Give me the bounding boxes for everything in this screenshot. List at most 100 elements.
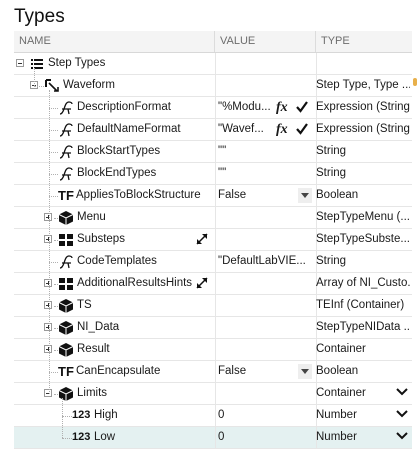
tree-guide-line (54, 240, 58, 241)
column-separator (215, 383, 216, 405)
tree-row-additional-results-hints[interactable]: AdditionalResultsHints Array of NI_Custo.… (14, 273, 412, 295)
tree-row-waveform[interactable]: Waveform Step Type, Type ... (14, 75, 412, 97)
tree-row-code-templates[interactable]: CodeTemplates "DefaultLabVIE... String (14, 251, 412, 273)
tree-guide-line (49, 196, 58, 197)
row-value[interactable]: "%Modu... (218, 97, 306, 118)
row-value[interactable] (218, 75, 306, 96)
expression-fx-icon[interactable]: fx (276, 97, 288, 118)
row-value[interactable]: 0 (218, 427, 306, 448)
row-value[interactable]: False (218, 361, 306, 382)
tree-row-step-types[interactable]: Step Types (14, 53, 412, 75)
tree-guide-line (49, 174, 58, 175)
column-separator (215, 295, 216, 317)
row-value[interactable] (218, 207, 306, 228)
row-value[interactable] (218, 273, 306, 294)
expand-toggle-icon[interactable] (44, 279, 52, 287)
tree-guide-line (54, 218, 58, 219)
value-dropdown-icon[interactable] (298, 364, 312, 379)
tree-row-menu[interactable]: Menu StepTypeMenu (... (14, 207, 412, 229)
column-separator (215, 97, 216, 119)
expand-toggle-icon[interactable] (44, 235, 52, 243)
row-type: Boolean (316, 189, 359, 201)
row-type: Array of NI_Custo... (316, 277, 410, 289)
string-icon (58, 144, 74, 160)
valid-check-icon (295, 122, 309, 136)
row-name: BlockStartTypes (77, 145, 161, 157)
tree-row-ts[interactable]: TS TEInf (Container) (14, 295, 412, 317)
tree-row-high[interactable]: 123 High 0 Number (14, 405, 412, 427)
string-icon (58, 100, 74, 116)
row-value[interactable] (218, 383, 306, 404)
row-type: Container (316, 343, 366, 355)
tree-row-substeps[interactable]: Substeps StepTypeSubste... (14, 229, 412, 251)
tree-row-result[interactable]: Result Container (14, 339, 412, 361)
expand-toggle-icon[interactable] (44, 213, 52, 221)
tree-guide-line (54, 328, 58, 329)
container-icon (58, 298, 74, 314)
row-type: String (316, 145, 347, 157)
row-name: Menu (77, 211, 106, 223)
row-name: BlockEndTypes (77, 167, 157, 179)
row-name: TS (77, 299, 92, 311)
column-separator (215, 405, 216, 427)
row-value[interactable]: 0 (218, 405, 306, 426)
expand-toggle-icon[interactable] (44, 323, 52, 331)
expression-fx-icon[interactable]: fx (276, 119, 288, 140)
tree-guide-line (49, 372, 58, 373)
row-value[interactable] (218, 53, 306, 74)
type-chevron-down-icon[interactable] (396, 387, 410, 401)
tree-guide-line (49, 152, 58, 153)
row-value[interactable]: "Wavef... (218, 119, 306, 140)
row-value[interactable] (218, 317, 306, 338)
array-bounds-icon[interactable] (195, 276, 209, 290)
row-value[interactable] (218, 229, 306, 250)
column-header-value[interactable]: VALUE (215, 31, 316, 52)
tree-guide-line (62, 416, 72, 417)
row-value[interactable]: False (218, 185, 306, 206)
tree-row-default-name-format[interactable]: DefaultNameFormat "Wavef... fx Expression (… (14, 119, 412, 141)
container-icon (58, 386, 74, 402)
row-type: StepTypeNIData ... (316, 321, 410, 333)
column-separator (215, 53, 216, 75)
tree-row-block-start-types[interactable]: BlockStartTypes "" String (14, 141, 412, 163)
collapse-toggle-icon[interactable] (16, 59, 24, 67)
tree-guide-line (62, 438, 72, 439)
row-type: String (316, 167, 347, 179)
types-tree-grid[interactable]: NAME VALUE TYPE Step Types Waveform Step T… (14, 31, 412, 453)
row-name: Limits (77, 387, 108, 399)
row-type (316, 53, 410, 74)
value-dropdown-icon[interactable] (298, 188, 312, 203)
column-header-name[interactable]: NAME (14, 31, 215, 52)
type-chevron-down-icon[interactable] (396, 409, 410, 423)
row-value[interactable] (218, 295, 306, 316)
tree-row-description-format[interactable]: DescriptionFormat "%Modu... fx Expression (… (14, 97, 412, 119)
row-value[interactable]: "DefaultLabVIE... (218, 251, 306, 272)
row-name: Step Types (48, 57, 106, 69)
tree-guide-line (54, 306, 58, 307)
tree-row-ni-data[interactable]: NI_Data StepTypeNIData ... (14, 317, 412, 339)
type-chevron-down-icon[interactable] (396, 431, 410, 445)
row-type: Expression (String) (316, 101, 410, 113)
row-name: CodeTemplates (77, 255, 157, 267)
tree-row-applies-to-block-structure[interactable]: TF AppliesToBlockStructure False Boolean (14, 185, 412, 207)
row-value[interactable] (218, 339, 306, 360)
array-bounds-icon[interactable] (195, 232, 209, 246)
tree-row-low[interactable]: 123 Low 0 Number (14, 427, 412, 449)
expand-toggle-icon[interactable] (44, 301, 52, 309)
array-icon (58, 276, 74, 292)
tree-row-limits[interactable]: Limits Container (14, 383, 412, 405)
column-separator (215, 163, 216, 185)
tree-guide-line (49, 130, 58, 131)
tree-row-can-encapsulate[interactable]: TF CanEncapsulate False Boolean (14, 361, 412, 383)
expand-toggle-icon[interactable] (44, 345, 52, 353)
tree-guide-line (34, 68, 35, 86)
row-value[interactable]: "" (218, 163, 306, 184)
collapse-toggle-icon[interactable] (44, 389, 52, 397)
row-type: StepTypeMenu (... (316, 211, 410, 223)
container-icon (58, 320, 74, 336)
row-name: Result (77, 343, 110, 355)
column-header-type[interactable]: TYPE (316, 31, 412, 52)
tree-row-block-end-types[interactable]: BlockEndTypes "" String (14, 163, 412, 185)
row-value[interactable]: "" (218, 141, 306, 162)
scroll-marker (413, 78, 417, 86)
